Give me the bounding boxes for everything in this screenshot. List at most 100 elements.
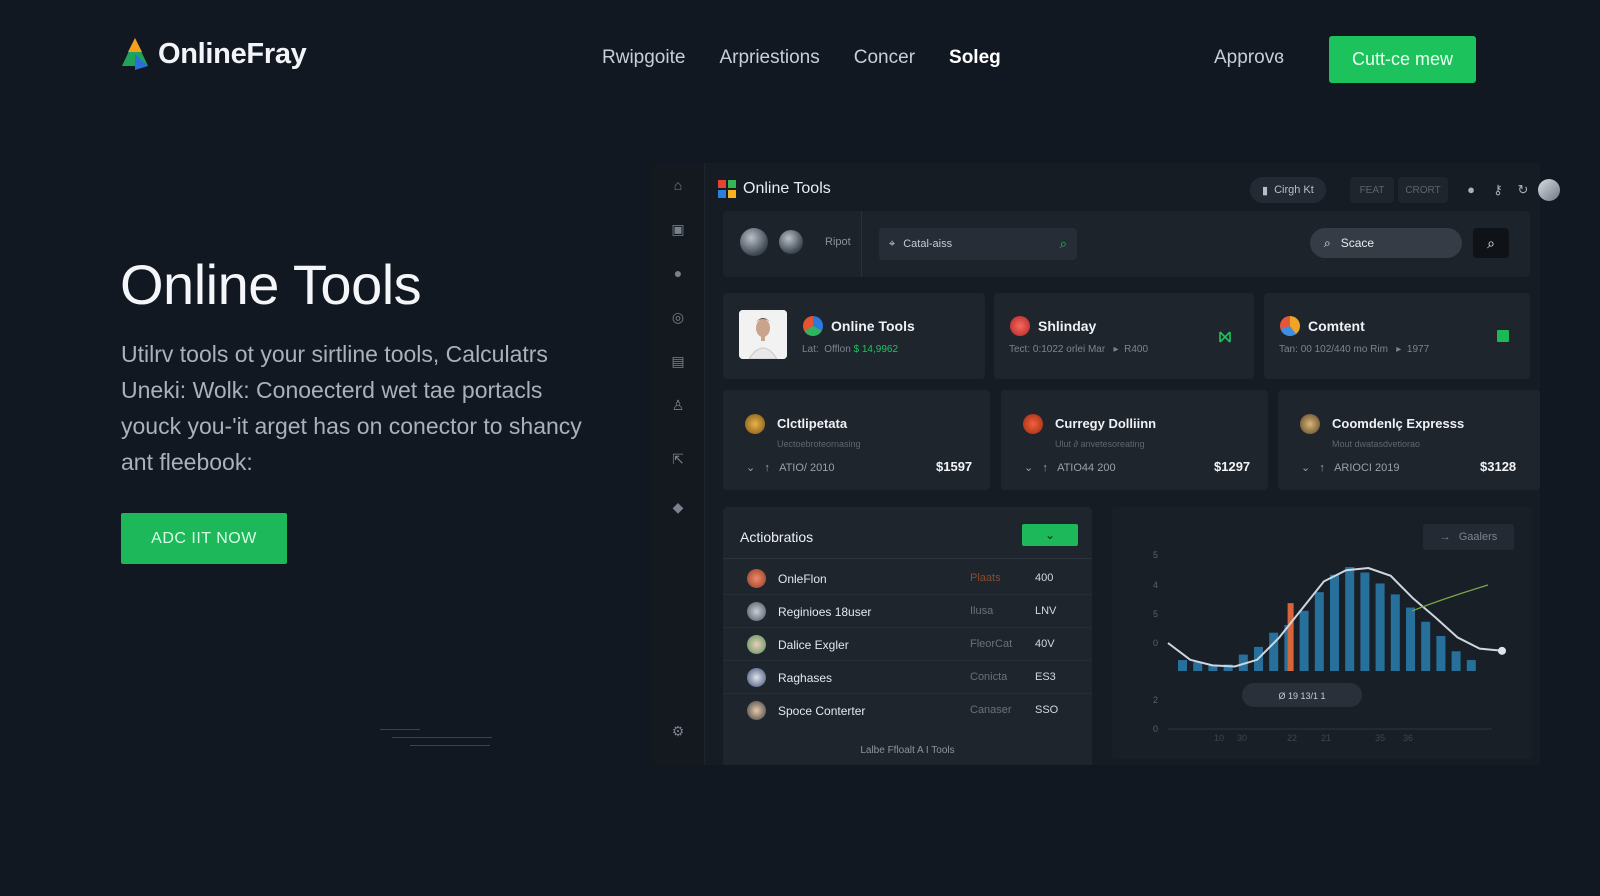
y-tick-label: 5 — [1153, 609, 1158, 619]
table-row[interactable]: Spoce Conterter Canaser SSO — [723, 694, 1092, 727]
online-tools-icon — [803, 316, 823, 336]
home-icon[interactable]: ⌂ — [670, 177, 686, 193]
clctlipetata-icon — [745, 414, 765, 434]
x-tick-label: 10 — [1214, 733, 1224, 743]
card-comtent[interactable]: Comtent Tan: 00 102/440 mo Rim ▸ 1977 — [1264, 293, 1530, 379]
chart-bar — [1421, 621, 1431, 671]
toolbar-label: Ripot — [825, 236, 851, 248]
share-icon[interactable]: ⇱ — [670, 451, 686, 467]
card-clctlipetata[interactable]: Clctlipetata Uectoebroteornasing ⌄ ↑ ATI… — [723, 390, 990, 490]
settings-icon[interactable]: ⚙ — [670, 723, 686, 739]
avatar — [747, 635, 766, 654]
toolbar-avatar-2[interactable] — [779, 230, 803, 254]
row-value: 40V — [1035, 638, 1055, 650]
activity-panel: Actiobratios ⌄ OnleFlon Plaats 400 Regin… — [723, 507, 1092, 765]
nav-link-2[interactable]: Arpriestions — [719, 47, 819, 69]
row-type: Ilusa — [970, 605, 994, 617]
chart-bar — [1178, 660, 1187, 671]
search-icon[interactable]: ⌕ — [1060, 236, 1067, 252]
table-row[interactable]: OnleFlon Plaats 400 — [723, 562, 1092, 595]
top-nav: OnlineFray Rwipgoite Arpriestions Concer… — [0, 0, 1600, 120]
brand-logo-icon — [122, 38, 148, 70]
app-window: ⌂ ▣ ● ◎ ▤ ♙ ⇱ ◆ ⚙ Online Tools ▮ Cirgh K… — [650, 163, 1560, 765]
y-tick-label: 0 — [1153, 724, 1158, 734]
card-sub: Tect: 0:1022 orlei Mar ▸ R400 — [1009, 344, 1148, 355]
hero-cta-button[interactable]: ADC IIT NOW — [121, 513, 287, 564]
currency-icon — [1023, 414, 1043, 434]
chart-bar — [1193, 662, 1203, 671]
avatar[interactable] — [1538, 179, 1560, 201]
decorative-lines — [380, 729, 492, 755]
brand[interactable]: OnlineFray — [120, 36, 307, 72]
search-input[interactable]: ⌕ Scace — [1310, 228, 1462, 258]
profile-icon[interactable]: ● — [1463, 182, 1479, 198]
chart-bar — [1390, 594, 1400, 671]
card-sub: Mout dwatasdvetiorao — [1332, 439, 1421, 449]
user-icon[interactable]: ● — [670, 265, 686, 281]
table-row[interactable]: Dalice Exgler FleorCat 40V — [723, 628, 1092, 661]
avatar — [747, 668, 766, 687]
card-express[interactable]: Coomdenlç Expresss Mout dwatasdvetiorao … — [1278, 390, 1540, 490]
express-icon — [1300, 414, 1320, 434]
header-chip-1[interactable]: FEAT — [1350, 177, 1394, 203]
card-shlinday[interactable]: Shlinday Tect: 0:1022 orlei Mar ▸ R400 — [994, 293, 1254, 379]
chart-badge-label: Ø 19 13/1 1 — [1278, 691, 1325, 701]
row-type: Canaser — [970, 704, 1012, 716]
nav-link-3[interactable]: Concer — [854, 47, 915, 69]
chat-icon[interactable]: ◎ — [670, 309, 686, 325]
chevron-down-icon: ⌄ — [1044, 528, 1056, 542]
chart-bar — [1375, 583, 1385, 671]
row-value: SSO — [1035, 704, 1059, 716]
activity-footer-link[interactable]: Lalbe Ffloalt A I Tools — [723, 745, 1092, 756]
card-online-tools[interactable]: Online Tools Lat: Offlon $ 14,9962 — [723, 293, 985, 379]
nav-link-4[interactable]: Soleg — [949, 47, 1001, 69]
card-currency[interactable]: Curregy Dolliinn Ulut ∂ anvetesoreating … — [1001, 390, 1268, 490]
row-name: Reginioes 18user — [778, 605, 872, 619]
chart-trend-line — [1411, 584, 1489, 612]
chart-bar — [1466, 660, 1476, 671]
people-icon[interactable]: ♙ — [670, 397, 686, 413]
shield-icon[interactable]: ◆ — [670, 499, 686, 515]
chart-bar — [1436, 635, 1446, 671]
header-chip-2[interactable]: CRORT — [1398, 177, 1448, 203]
divider — [723, 558, 1092, 559]
brand-name: OnlineFray — [158, 37, 307, 70]
chart-bar — [1330, 574, 1339, 671]
card-icon[interactable]: ▤ — [670, 353, 686, 369]
toolbar-divider — [861, 211, 862, 277]
toolbar-avatar-1[interactable] — [740, 228, 768, 256]
image-icon[interactable]: ▣ — [670, 221, 686, 237]
header-pill[interactable]: ▮ Cirgh Kt — [1250, 177, 1326, 203]
nav-cta-button[interactable]: Cutt-ce mew — [1329, 36, 1476, 83]
x-tick-label: 35 — [1375, 733, 1385, 743]
chart-bar — [1345, 567, 1355, 671]
avatar — [747, 602, 766, 621]
chart-filter-button[interactable]: → Gaalers — [1423, 524, 1514, 550]
key-icon[interactable]: ⚷ — [1490, 182, 1506, 198]
card-price: $3128 — [1480, 459, 1517, 474]
search-button[interactable]: ⌕ — [1473, 228, 1509, 258]
shlinday-icon — [1010, 316, 1030, 336]
activity-toggle-button[interactable]: ⌄ — [1022, 524, 1078, 546]
x-tick-label: 30 — [1237, 733, 1247, 743]
chart-line-end-point — [1498, 646, 1506, 655]
chart-bar — [1360, 572, 1370, 671]
search-icon: ⌕ — [1324, 235, 1331, 250]
row-value: LNV — [1035, 605, 1057, 617]
y-tick-label: 5 — [1153, 550, 1158, 560]
app-logo-icon — [718, 180, 736, 198]
refresh-icon[interactable]: ↻ — [1515, 182, 1531, 198]
nav-link-1[interactable]: Rwipgoite — [602, 47, 685, 69]
comtent-icon — [1280, 316, 1300, 336]
table-row[interactable]: Raghases Conicta ES3 — [723, 661, 1092, 694]
card-title: Coomdenlç Expresss — [1332, 416, 1465, 431]
approve-link[interactable]: Approvɞ — [1214, 47, 1284, 69]
row-value: 400 — [1035, 572, 1054, 584]
expand-icon[interactable] — [1219, 331, 1231, 343]
card-title: Curregy Dolliinn — [1055, 416, 1157, 431]
table-row[interactable]: Reginioes 18user Ilusa LNV — [723, 595, 1092, 628]
hero-description: Utilrv tools ot your sirtline tools, Cal… — [121, 341, 582, 475]
avatar — [747, 569, 766, 588]
location-input[interactable]: ⌖ Catal-aiss ⌕ — [879, 228, 1077, 260]
chart-bar — [1406, 607, 1415, 671]
